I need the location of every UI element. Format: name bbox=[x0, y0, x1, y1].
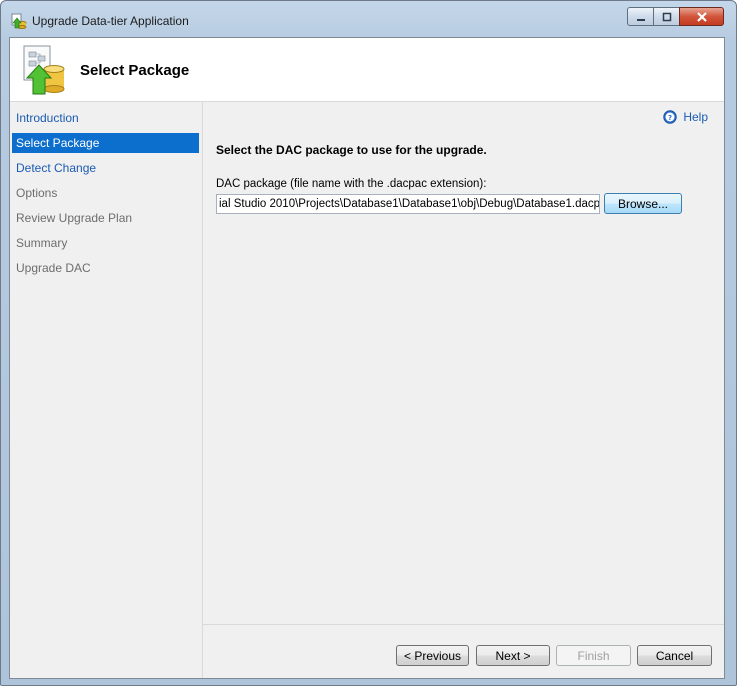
nav-item-select-package[interactable]: Select Package bbox=[12, 133, 199, 153]
cancel-button[interactable]: Cancel bbox=[637, 645, 712, 666]
nav-item-upgrade-dac: Upgrade DAC bbox=[16, 261, 91, 275]
package-upgrade-icon bbox=[23, 45, 65, 95]
minimize-icon bbox=[636, 18, 645, 21]
main-content: ? Help Select the DAC package to use for… bbox=[203, 102, 724, 624]
maximize-button[interactable] bbox=[653, 7, 679, 26]
svg-text:?: ? bbox=[668, 114, 672, 122]
wizard-footer: < Previous Next > Finish Cancel bbox=[203, 624, 724, 678]
wizard-window: Upgrade Data-tier Application Select Pac… bbox=[0, 0, 737, 686]
finish-button: Finish bbox=[556, 645, 631, 666]
nav-item-detect-change[interactable]: Detect Change bbox=[12, 158, 199, 178]
help-label: Help bbox=[683, 110, 708, 124]
nav-item-introduction[interactable]: Introduction bbox=[12, 108, 199, 128]
previous-button[interactable]: < Previous bbox=[396, 645, 469, 666]
close-button[interactable] bbox=[679, 7, 724, 26]
nav-item-summary: Summary bbox=[16, 236, 68, 250]
help-link[interactable]: ? Help bbox=[663, 110, 708, 124]
maximize-icon bbox=[662, 12, 671, 21]
instruction-text: Select the DAC package to use for the up… bbox=[216, 143, 487, 157]
app-icon bbox=[11, 13, 27, 29]
nav-item-review-upgrade-plan: Review Upgrade Plan bbox=[16, 211, 133, 225]
browse-button[interactable]: Browse... bbox=[604, 193, 682, 214]
wizard-body: Select Package Introduction Select Packa… bbox=[9, 37, 725, 679]
caption-buttons bbox=[627, 7, 724, 27]
wizard-header: Select Package bbox=[10, 38, 724, 102]
dac-package-label: DAC package (file name with the .dacpac … bbox=[216, 178, 487, 190]
title-bar[interactable]: Upgrade Data-tier Application bbox=[1, 1, 736, 37]
next-button[interactable]: Next > bbox=[476, 645, 550, 666]
close-icon bbox=[696, 11, 707, 22]
page-title: Select Package bbox=[80, 62, 190, 79]
minimize-button[interactable] bbox=[627, 7, 653, 26]
wizard-nav: Introduction Select Package Detect Chang… bbox=[10, 102, 203, 678]
window-title: Upgrade Data-tier Application bbox=[32, 14, 189, 28]
dac-package-path-input[interactable]: ial Studio 2010\Projects\Database1\Datab… bbox=[216, 194, 600, 214]
help-icon: ? bbox=[663, 110, 678, 124]
nav-item-options: Options bbox=[16, 186, 58, 200]
